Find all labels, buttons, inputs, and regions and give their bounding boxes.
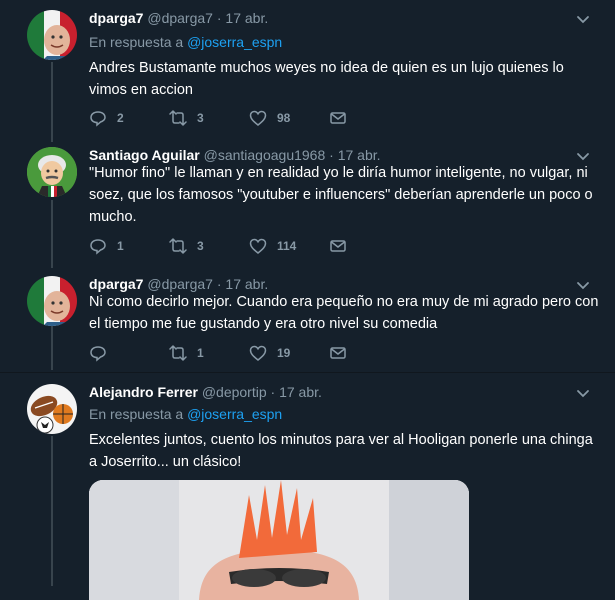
avatar[interactable]: [27, 10, 77, 60]
tweet-date[interactable]: 17 abr.: [225, 10, 268, 26]
like-icon: [249, 238, 267, 254]
user-handle[interactable]: @dparga7: [147, 276, 213, 292]
tweet[interactable]: dparga7 @dparga7 · 17 abr. En respuesta …: [0, 7, 615, 140]
reply-icon: [90, 111, 106, 127]
message-icon: [330, 112, 346, 124]
tweet-divider: [0, 372, 615, 373]
separator: ·: [216, 276, 222, 292]
user-handle[interactable]: @santiagoagu1968: [204, 147, 326, 163]
tweet-text: Ni como decirlo mejor. Cuando era pequeñ…: [89, 294, 599, 332]
separator: ·: [270, 384, 276, 400]
separator: ·: [329, 147, 334, 163]
avatar[interactable]: [27, 147, 77, 197]
like-count: 114: [277, 239, 297, 253]
message-icon: [330, 347, 346, 359]
like-button[interactable]: 114: [249, 236, 296, 256]
message-button[interactable]: [329, 236, 357, 256]
reply-count: 1: [117, 239, 124, 253]
tweet-actions: 1 3 114: [89, 236, 389, 256]
tweet-text: "Humor fino" le llaman y en realidad yo …: [89, 165, 593, 225]
reply-handle-link[interactable]: @joserra_espn: [187, 406, 282, 422]
tweet[interactable]: Santiago Aguilar @santiagoagu1968 · 17 a…: [0, 144, 615, 262]
retweet-icon: [169, 345, 187, 361]
retweet-button[interactable]: 1: [169, 343, 204, 363]
reply-button[interactable]: 1: [89, 236, 124, 256]
retweet-button[interactable]: 3: [169, 108, 204, 128]
tweet-text: Excelentes juntos, cuento los minutos pa…: [89, 432, 593, 470]
reply-context: En respuesta a @joserra_espn: [89, 34, 282, 50]
tweet[interactable]: dparga7 @dparga7 · 17 abr. Ni como decir…: [0, 273, 615, 367]
user-handle[interactable]: @deportip: [202, 384, 267, 400]
tweet-date[interactable]: 17 abr.: [225, 276, 268, 292]
tweet-text: Andres Bustamante muchos weyes no idea d…: [89, 60, 564, 98]
like-icon: [249, 345, 267, 361]
retweet-button[interactable]: 3: [169, 236, 204, 256]
tweet-header: Alejandro Ferrer @deportip · 17 abr.: [89, 381, 322, 403]
retweet-count: 1: [197, 346, 204, 360]
reply-prefix: En respuesta a: [89, 406, 184, 422]
tweet-media-image[interactable]: [89, 480, 469, 600]
display-name[interactable]: dparga7: [89, 10, 143, 26]
reply-context: En respuesta a @joserra_espn: [89, 406, 282, 422]
reply-prefix: En respuesta a: [89, 34, 184, 50]
like-count: 98: [277, 111, 291, 125]
avatar[interactable]: [27, 384, 77, 434]
like-count: 19: [277, 346, 291, 360]
tweet-actions: 1 19: [89, 343, 389, 363]
message-button[interactable]: [329, 108, 357, 128]
display-name[interactable]: Alejandro Ferrer: [89, 384, 198, 400]
reply-icon: [90, 346, 106, 362]
display-name[interactable]: Santiago Aguilar: [89, 147, 200, 163]
retweet-icon: [169, 238, 187, 254]
reply-icon: [90, 239, 106, 255]
like-button[interactable]: 98: [249, 108, 290, 128]
like-button[interactable]: 19: [249, 343, 290, 363]
tweet-date[interactable]: 17 abr.: [279, 384, 322, 400]
message-button[interactable]: [329, 343, 357, 363]
retweet-count: 3: [197, 111, 204, 125]
tweet-actions: 2 3 98: [89, 108, 389, 128]
chevron-down-icon[interactable]: [575, 385, 591, 401]
reply-count: 2: [117, 111, 124, 125]
chevron-down-icon[interactable]: [575, 11, 591, 27]
reply-button[interactable]: [89, 343, 117, 363]
avatar[interactable]: [27, 276, 77, 326]
tweet-date[interactable]: 17 abr.: [338, 147, 381, 163]
retweet-count: 3: [197, 239, 204, 253]
separator: ·: [216, 10, 222, 26]
display-name[interactable]: dparga7: [89, 276, 143, 292]
reply-button[interactable]: 2: [89, 108, 124, 128]
retweet-icon: [169, 110, 187, 126]
tweet-header: dparga7 @dparga7 · 17 abr.: [89, 7, 268, 29]
message-icon: [330, 240, 346, 252]
reply-handle-link[interactable]: @joserra_espn: [187, 34, 282, 50]
user-handle[interactable]: @dparga7: [147, 10, 213, 26]
like-icon: [249, 110, 267, 126]
